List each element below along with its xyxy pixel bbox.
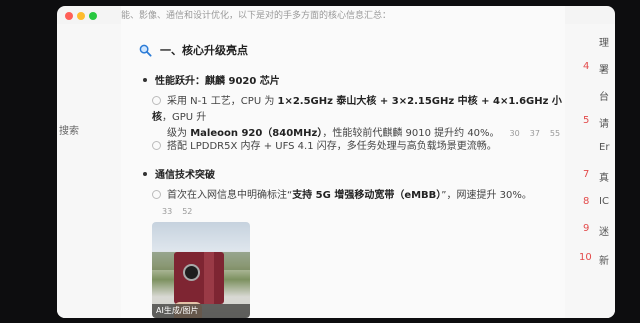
section-heading: 一、核心升级亮点 <box>139 42 248 58</box>
reference-number: 10 <box>579 252 592 263</box>
phone-image-card[interactable]: AI生成/图片 <box>152 222 250 318</box>
5g-text: 首次在入网信息中明确标注“ <box>167 190 293 201</box>
gpu-bold: Maleoon 920（840MHz） <box>190 128 323 139</box>
phone-band <box>204 252 214 304</box>
paragraph-cpu: 采用 N-1 工艺，CPU 为 1×2.5GHz 泰山大核 + 3×2.15GH… <box>152 94 565 142</box>
camera-module-icon <box>183 264 200 281</box>
bullet-dot <box>143 171 147 176</box>
bullet-dot <box>143 77 147 82</box>
reference-number: 8 <box>583 196 590 207</box>
circle-bullet-icon <box>152 190 161 199</box>
reference-number: 9 <box>583 223 590 234</box>
5g-text-post: ”，网速提升 30%。 <box>441 190 532 201</box>
5g-bold: 支持 5G 增强移动宽带（eMBB） <box>292 190 442 201</box>
citation-link[interactable]: 52 <box>182 207 192 216</box>
chat-content: 能、影像、通信和设计优化，以下是对的手多方面的核心信息汇总： 一、核心升级亮点 … <box>121 6 565 318</box>
reference-number: 7 <box>583 169 590 180</box>
circle-bullet-icon <box>152 141 161 150</box>
phone-photo <box>174 252 224 304</box>
reference-number: 5 <box>583 115 590 126</box>
circle-bullet-icon <box>152 96 161 105</box>
subsection-title: 通信技术突破 <box>143 166 215 181</box>
close-button[interactable] <box>65 12 73 20</box>
memory-text: 搭配 LPDDR5X 内存 + UFS 4.1 闪存，多任务处理与高负载场景更流… <box>167 141 497 152</box>
magnifier-icon <box>139 44 152 57</box>
citation-link[interactable]: 37 <box>530 129 540 138</box>
reference-label: 新 <box>599 256 609 267</box>
reference-label: IC <box>599 196 609 207</box>
reference-label: 台 <box>599 92 609 103</box>
maximize-button[interactable] <box>89 12 97 20</box>
citation-link[interactable]: 55 <box>550 129 560 138</box>
subsection-title: 性能跃升：麒麟 9020 芯片 <box>143 72 280 87</box>
cpu-text: 采用 N-1 工艺，CPU 为 <box>167 96 278 107</box>
citation-link[interactable]: 33 <box>162 207 172 216</box>
app-window: 搜索 能、影像、通信和设计优化，以下是对的手多方面的核心信息汇总： 一、核心升级… <box>57 6 615 318</box>
intro-text: 能、影像、通信和设计优化，以下是对的手多方面的核心信息汇总： <box>121 11 392 21</box>
gpu-text-post: ，性能较前代麒麟 9010 提升约 40%。 <box>322 128 500 139</box>
cpu-text-post: ，GPU 升 <box>162 112 207 123</box>
reference-label: 理 <box>599 38 609 49</box>
image-caption: AI生成/图片 <box>152 304 250 318</box>
section-title: 一、核心升级亮点 <box>160 44 248 57</box>
minimize-button[interactable] <box>77 12 85 20</box>
subsection-title-text: 性能跃升：麒麟 9020 芯片 <box>155 76 280 87</box>
reference-number: 4 <box>583 61 590 72</box>
gpu-text: 级为 <box>167 128 191 139</box>
search-label[interactable]: 搜索 <box>59 122 79 137</box>
left-panel: 搜索 <box>57 24 121 318</box>
reference-label: 请 <box>599 119 609 130</box>
reference-label: 迷 <box>599 227 609 238</box>
citation-link[interactable]: 30 <box>510 129 520 138</box>
reference-label: 署 <box>599 65 609 76</box>
reference-label: Er <box>599 142 610 153</box>
subsection-title-text: 通信技术突破 <box>155 170 215 181</box>
reference-label: 真 <box>599 173 609 184</box>
reference-sidebar: 理 4署 台 5请 Er 7真 8 IC 9迷 10 新 <box>565 24 615 318</box>
paragraph-memory: 搭配 LPDDR5X 内存 + UFS 4.1 闪存，多任务处理与高负载场景更流… <box>152 139 497 155</box>
